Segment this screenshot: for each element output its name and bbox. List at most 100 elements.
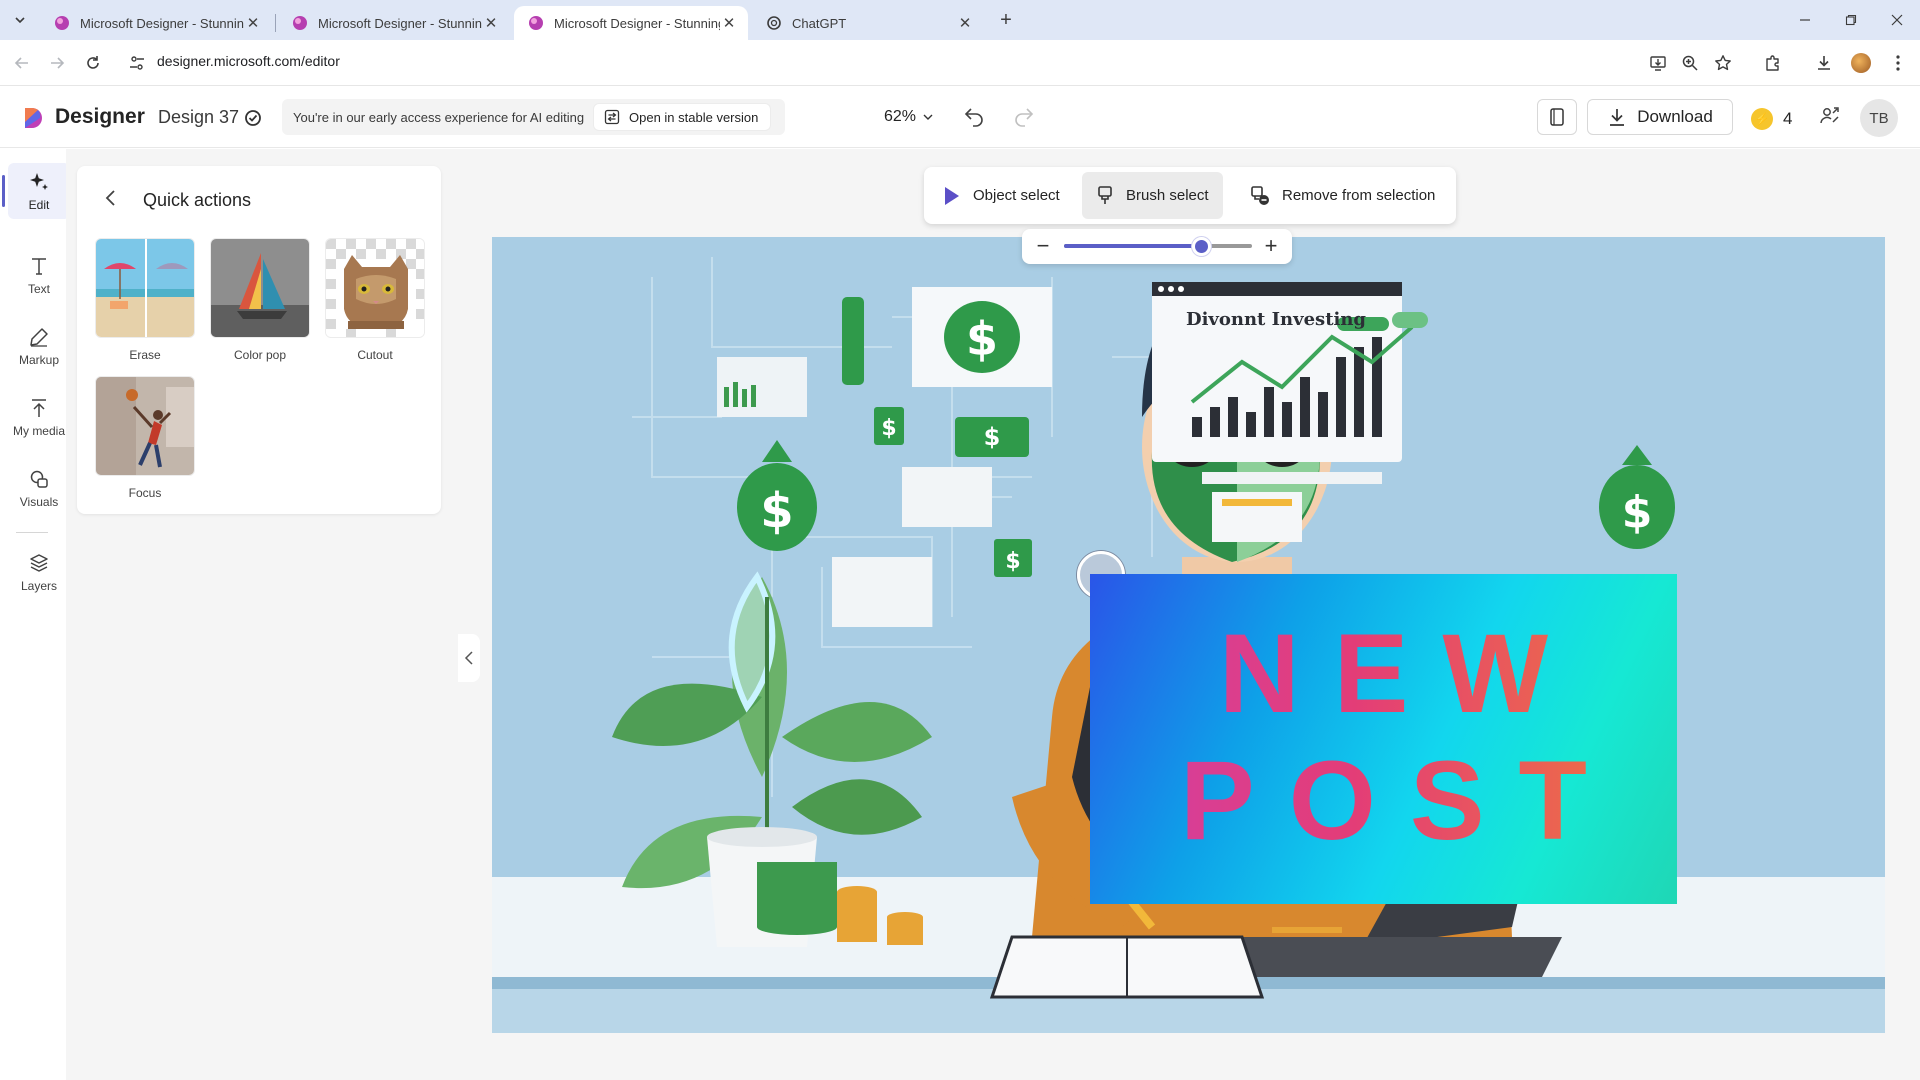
page-icon xyxy=(1550,108,1564,126)
focus-thumbnail xyxy=(95,376,195,476)
downloads-button[interactable] xyxy=(1811,50,1837,76)
address-bar: designer.microsoft.com/editor xyxy=(0,40,1920,86)
quick-action-focus[interactable]: Focus xyxy=(95,376,195,500)
download-label: Download xyxy=(1637,107,1713,126)
increase-brush-size-button[interactable]: + xyxy=(1258,233,1284,259)
redo-icon[interactable] xyxy=(1013,105,1035,127)
cursor-arrow-icon xyxy=(945,186,959,205)
cloud-saved-icon xyxy=(245,110,261,126)
zoom-page-button[interactable] xyxy=(1677,50,1703,76)
undo-icon[interactable] xyxy=(963,105,985,127)
download-button[interactable]: Download xyxy=(1587,99,1733,135)
decrease-brush-size-button[interactable]: − xyxy=(1030,233,1056,259)
designer-favicon xyxy=(55,16,69,30)
svg-text:$: $ xyxy=(1005,549,1020,574)
url-field[interactable]: designer.microsoft.com/editor xyxy=(157,53,340,69)
cat-cutout-image xyxy=(326,239,424,337)
new-post-text-box[interactable]: NEW POST xyxy=(1090,574,1677,904)
back-button[interactable] xyxy=(9,50,35,76)
left-rail: Edit Text Markup My media Visuals Layers xyxy=(0,149,70,1080)
brush-size-control: − + xyxy=(1022,229,1292,264)
bookmark-button[interactable] xyxy=(1710,50,1736,76)
overlay-line-1: NEW xyxy=(1090,609,1677,738)
rail-item-visuals[interactable]: Visuals xyxy=(8,460,70,516)
browser-menu-button[interactable] xyxy=(1885,50,1911,76)
browser-tab-active[interactable]: Microsoft Designer - Stunning designs in… xyxy=(514,6,748,40)
zoom-value: 62% xyxy=(884,108,917,125)
brush-size-handle[interactable] xyxy=(1192,237,1212,256)
chevron-down-icon xyxy=(923,114,933,120)
reload-button[interactable] xyxy=(80,50,106,76)
forward-button[interactable] xyxy=(44,50,70,76)
profile-avatar[interactable] xyxy=(1851,53,1871,73)
reload-icon xyxy=(87,56,99,69)
rail-label: Layers xyxy=(20,578,58,593)
rail-item-edit[interactable]: Edit xyxy=(2,163,70,219)
arrow-left-icon xyxy=(14,57,28,69)
tab-separator xyxy=(275,14,276,32)
site-settings-icon[interactable] xyxy=(128,54,146,72)
user-avatar[interactable]: TB xyxy=(1860,99,1898,137)
close-tab-icon[interactable]: ✕ xyxy=(956,14,974,32)
quick-action-label: Cutout xyxy=(357,348,393,362)
quick-action-cutout[interactable]: Cutout xyxy=(325,238,425,362)
layers-icon xyxy=(30,553,48,572)
magnifier-plus-icon xyxy=(1682,55,1698,71)
rail-item-markup[interactable]: Markup xyxy=(8,318,70,374)
rail-item-text[interactable]: Text xyxy=(8,247,70,303)
brush-icon xyxy=(1098,185,1112,204)
brush-select-button[interactable]: Brush select xyxy=(1082,172,1223,219)
back-arrow-icon[interactable] xyxy=(101,188,121,208)
restore-button[interactable] xyxy=(1836,8,1866,32)
open-stable-version-button[interactable]: Open in stable version xyxy=(593,103,772,131)
quick-action-erase[interactable]: Erase xyxy=(95,238,195,362)
color-pop-thumbnail xyxy=(210,238,310,338)
quick-action-label: Erase xyxy=(129,348,161,362)
rail-divider xyxy=(16,532,48,533)
early-access-banner: You're in our early access experience fo… xyxy=(282,99,785,135)
rail-item-my-media[interactable]: My media xyxy=(8,389,70,445)
quick-action-color-pop[interactable]: Color pop xyxy=(210,238,310,362)
object-select-button[interactable]: Object select xyxy=(929,172,1074,219)
new-tab-button[interactable]: + xyxy=(994,8,1018,32)
minimize-button[interactable] xyxy=(1790,8,1820,32)
close-tab-icon[interactable]: ✕ xyxy=(720,14,738,32)
text-icon xyxy=(32,257,46,275)
boost-credits[interactable]: ⚡ 4 xyxy=(1751,108,1792,130)
share-icon[interactable] xyxy=(1818,104,1842,128)
pages-button[interactable] xyxy=(1537,99,1577,135)
tab-title: ChatGPT xyxy=(792,15,847,31)
tab-search-button[interactable] xyxy=(8,8,32,32)
extensions-button[interactable] xyxy=(1760,50,1786,76)
rail-label: Markup xyxy=(18,352,59,367)
designer-logo-icon[interactable] xyxy=(22,106,44,130)
browser-tab[interactable]: ChatGPT ✕ xyxy=(752,6,984,40)
upload-icon xyxy=(32,398,46,417)
tab-title: Microsoft Designer - Stunning designs in… xyxy=(80,15,244,31)
close-window-button[interactable] xyxy=(1882,8,1912,32)
star-icon xyxy=(1715,55,1731,71)
download-icon xyxy=(1610,109,1625,126)
sparkle-icon xyxy=(30,172,48,190)
browser-tab[interactable]: Microsoft Designer - Stunning designs in… xyxy=(278,6,510,40)
tab-title: Microsoft Designer - Stunning designs in… xyxy=(554,15,720,31)
svg-text:$: $ xyxy=(760,483,793,539)
design-name[interactable]: Design 37 xyxy=(158,107,239,128)
arrow-right-icon xyxy=(51,57,65,69)
brush-size-track[interactable] xyxy=(1064,244,1252,248)
rail-label: Visuals xyxy=(19,494,59,509)
close-tab-icon[interactable]: ✕ xyxy=(244,14,262,32)
browser-tab[interactable]: Microsoft Designer - Stunning designs in… xyxy=(40,6,272,40)
zoom-dropdown[interactable]: 62% xyxy=(884,108,934,126)
quick-action-label: Color pop xyxy=(233,348,287,362)
remove-from-selection-button[interactable]: Remove from selection xyxy=(1236,172,1449,219)
kebab-menu-icon xyxy=(1896,55,1900,71)
stable-button-label: Open in stable version xyxy=(629,109,759,125)
install-app-button[interactable] xyxy=(1645,50,1671,76)
rail-item-layers[interactable]: Layers xyxy=(8,544,70,600)
chart-title: Divonnt Investing xyxy=(1186,309,1366,330)
close-tab-icon[interactable]: ✕ xyxy=(482,14,500,32)
collapse-panel-button[interactable] xyxy=(458,634,480,682)
download-icon xyxy=(1818,56,1830,70)
remove-selection-icon xyxy=(1251,185,1269,205)
